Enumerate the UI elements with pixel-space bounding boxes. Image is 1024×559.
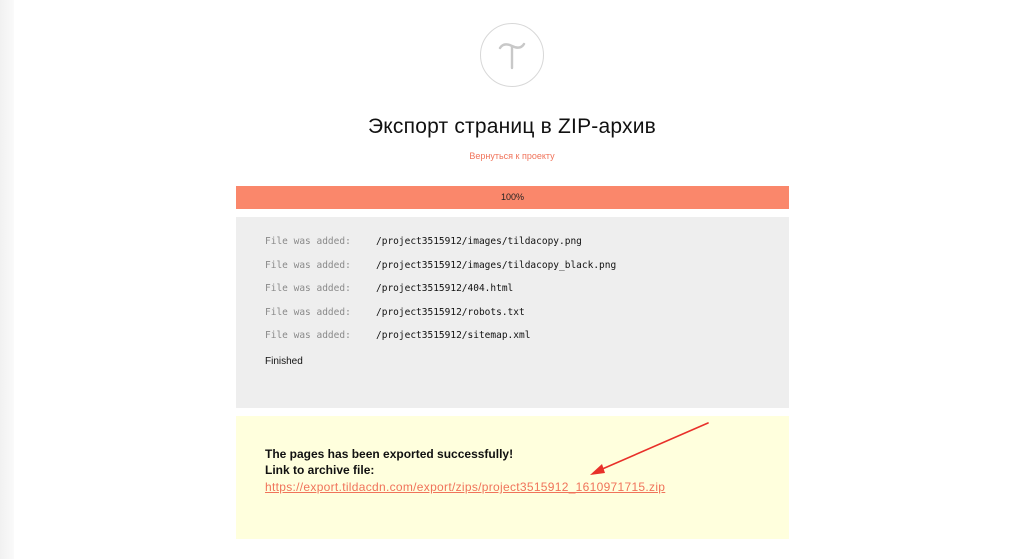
page-title: Экспорт страниц в ZIP-архив bbox=[368, 115, 656, 138]
progress-label: 100% bbox=[500, 192, 525, 202]
export-result-box: The pages has been exported successfully… bbox=[236, 416, 789, 539]
progress-bar: 100% bbox=[236, 186, 789, 209]
export-log: File was added: /project3515912/images/t… bbox=[236, 217, 789, 408]
log-row: File was added: /project3515912/404.html bbox=[265, 277, 789, 301]
log-row: File was added: /project3515912/sitemap.… bbox=[265, 324, 789, 348]
log-row-label: File was added: bbox=[265, 306, 351, 318]
log-row-label: File was added: bbox=[265, 330, 351, 342]
back-to-project-link[interactable]: Вернуться к проекту bbox=[0, 151, 1024, 161]
log-row-label: File was added: bbox=[265, 283, 351, 295]
window-edge-shade bbox=[0, 0, 14, 559]
log-row: File was added: /project3515912/images/t… bbox=[265, 230, 789, 254]
log-row-path: /project3515912/404.html bbox=[376, 283, 514, 295]
log-row-path: /project3515912/images/tildacopy_black.p… bbox=[376, 259, 617, 271]
log-finished-status: Finished bbox=[265, 355, 303, 367]
log-row-label: File was added: bbox=[265, 236, 351, 248]
archive-download-link[interactable]: https://export.tildacdn.com/export/zips/… bbox=[265, 478, 789, 497]
log-row-path: /project3515912/images/tildacopy.png bbox=[376, 236, 582, 248]
archive-link-label: Link to archive file: bbox=[265, 463, 375, 477]
log-row-path: /project3515912/sitemap.xml bbox=[376, 330, 531, 342]
success-message: The pages has been exported successfully… bbox=[265, 447, 514, 461]
log-row: File was added: /project3515912/robots.t… bbox=[265, 301, 789, 325]
log-row-path: /project3515912/robots.txt bbox=[376, 306, 525, 318]
log-row-label: File was added: bbox=[265, 259, 351, 271]
log-row: File was added: /project3515912/images/t… bbox=[265, 254, 789, 278]
tilda-logo-icon bbox=[480, 23, 544, 87]
tilda-logo-glyph bbox=[498, 42, 526, 70]
